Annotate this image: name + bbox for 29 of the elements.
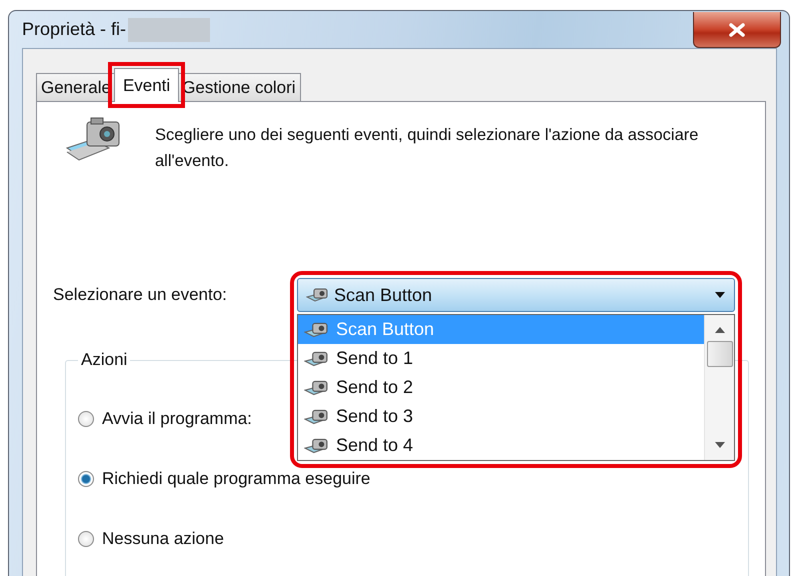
dropdown-option[interactable]: Send to 4 xyxy=(298,431,704,460)
event-dropdown[interactable]: Scan Button xyxy=(297,278,735,312)
description-text: Scegliere uno dei seguenti eventi, quindi selezionare l'azione da associare all'evento. xyxy=(155,125,700,172)
group-title: Azioni xyxy=(80,350,128,370)
radio-label[interactable]: Richiedi quale programma eseguire xyxy=(102,469,370,489)
event-label: Selezionare un evento: xyxy=(53,285,228,305)
scanner-icon xyxy=(304,408,328,426)
scanner-icon xyxy=(304,350,328,368)
close-button[interactable] xyxy=(693,12,781,48)
scroll-up-icon[interactable] xyxy=(714,327,724,333)
scanner-icon xyxy=(306,287,328,303)
scanner-icon xyxy=(304,378,328,396)
window-title: Proprietà - fi- xyxy=(22,19,126,40)
radio-button[interactable] xyxy=(78,531,94,547)
scroll-down-icon[interactable] xyxy=(714,442,724,448)
caret-icon xyxy=(714,291,726,299)
scroll-thumb[interactable] xyxy=(706,341,732,367)
radio-label[interactable]: Avvia il programma: xyxy=(102,409,252,429)
dropdown-option[interactable]: Send to 1 xyxy=(298,344,704,373)
scanner-icon xyxy=(304,320,328,338)
scanner-icon xyxy=(304,436,328,454)
dropdown-option[interactable]: Send to 2 xyxy=(298,373,704,402)
close-icon xyxy=(728,22,746,36)
tab[interactable]: Generale xyxy=(36,73,116,101)
radio-button[interactable] xyxy=(78,471,94,487)
dropdown-option[interactable]: Send to 3 xyxy=(298,402,704,431)
radio-label[interactable]: Nessuna azione xyxy=(102,529,224,549)
radio-button[interactable] xyxy=(78,411,94,427)
scrollbar[interactable] xyxy=(704,315,734,460)
